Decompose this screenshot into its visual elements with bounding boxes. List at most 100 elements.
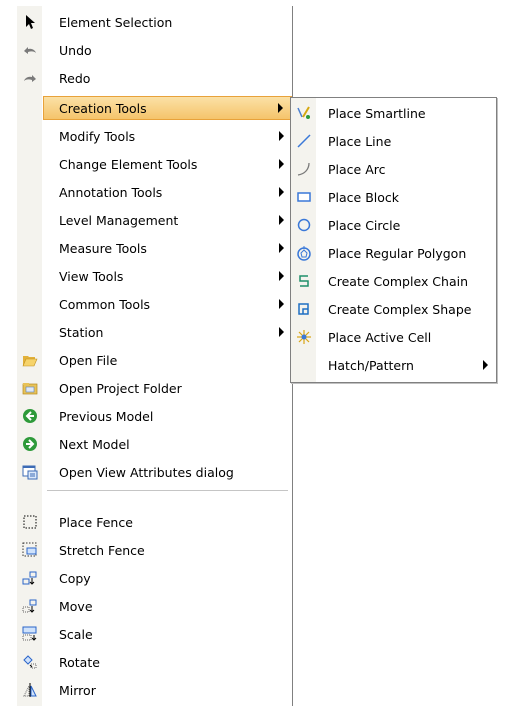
menu-item-place-regular-polygon[interactable]: Place Regular Polygon <box>291 241 496 265</box>
context-menu: Element Selection Undo Redo Creation Too… <box>17 6 293 706</box>
submenu-arrow-icon <box>279 187 284 197</box>
menu-item-label: Open File <box>59 353 118 368</box>
menu-item-move[interactable]: Move <box>17 594 292 618</box>
menu-item-label: Hatch/Pattern <box>328 358 414 373</box>
menu-item-level-management[interactable]: Level Management <box>17 208 292 232</box>
menu-item-element-selection[interactable]: Element Selection <box>17 10 292 34</box>
block-icon <box>296 189 312 205</box>
next-model-icon <box>22 436 38 452</box>
scale-icon <box>22 626 38 642</box>
menu-item-place-active-cell[interactable]: Place Active Cell <box>291 325 496 349</box>
menu-item-redo[interactable]: Redo <box>17 66 292 90</box>
menu-item-label: Common Tools <box>59 297 151 312</box>
menu-item-creation-tools[interactable]: Creation Tools <box>43 96 292 120</box>
menu-item-label: Place Block <box>328 190 400 205</box>
redo-icon <box>22 70 38 86</box>
menu-item-hatch-pattern[interactable]: Hatch/Pattern <box>291 353 496 377</box>
menu-item-label: Measure Tools <box>59 241 147 256</box>
menu-item-label: Mirror <box>59 683 96 698</box>
menu-item-view-tools[interactable]: View Tools <box>17 264 292 288</box>
menu-item-label: Place Circle <box>328 218 401 233</box>
menu-item-label: Level Management <box>59 213 179 228</box>
menu-item-label: Place Arc <box>328 162 386 177</box>
creation-tools-submenu: Place Smartline Place Line Place Arc Pla… <box>290 97 497 383</box>
menu-item-label: Undo <box>59 43 92 58</box>
arc-icon <box>296 161 312 177</box>
menu-item-label: Creation Tools <box>59 101 147 116</box>
line-icon <box>296 133 312 149</box>
menu-item-open-view-attributes[interactable]: Open View Attributes dialog <box>17 460 292 484</box>
menu-item-label: Element Selection <box>59 15 173 30</box>
menu-item-label: Redo <box>59 71 91 86</box>
view-attributes-icon <box>22 464 38 480</box>
complex-chain-icon <box>296 273 312 289</box>
menu-item-change-element-tools[interactable]: Change Element Tools <box>17 152 292 176</box>
menu-item-place-line[interactable]: Place Line <box>291 129 496 153</box>
menu-item-label: Change Element Tools <box>59 157 198 172</box>
menu-item-next-model[interactable]: Next Model <box>17 432 292 456</box>
menu-item-station[interactable]: Station <box>17 320 292 344</box>
place-fence-icon <box>22 514 38 530</box>
submenu-arrow-icon <box>279 243 284 253</box>
menu-item-label: Place Active Cell <box>328 330 432 345</box>
mirror-icon <box>22 682 38 698</box>
menu-item-common-tools[interactable]: Common Tools <box>17 292 292 316</box>
menu-item-stretch-fence[interactable]: Stretch Fence <box>17 538 292 562</box>
menu-item-place-smartline[interactable]: Place Smartline <box>291 101 496 125</box>
menu-item-place-block[interactable]: Place Block <box>291 185 496 209</box>
menu-item-label: Create Complex Shape <box>328 302 472 317</box>
submenu-arrow-icon <box>483 360 488 370</box>
menu-item-label: Rotate <box>59 655 100 670</box>
menu-item-annotation-tools[interactable]: Annotation Tools <box>17 180 292 204</box>
previous-model-icon <box>22 408 38 424</box>
active-cell-icon <box>296 329 312 345</box>
menu-item-label: Place Smartline <box>328 106 426 121</box>
menu-item-label: Place Line <box>328 134 392 149</box>
menu-item-label: Scale <box>59 627 93 642</box>
submenu-arrow-icon <box>279 327 284 337</box>
menu-item-label: Create Complex Chain <box>328 274 469 289</box>
menu-item-open-project-folder[interactable]: Open Project Folder <box>17 376 292 400</box>
menu-item-create-complex-chain[interactable]: Create Complex Chain <box>291 269 496 293</box>
menu-item-place-circle[interactable]: Place Circle <box>291 213 496 237</box>
menu-item-place-fence[interactable]: Place Fence <box>17 510 292 534</box>
stretch-fence-icon <box>22 542 38 558</box>
menu-item-label: Open Project Folder <box>59 381 182 396</box>
menu-item-label: Stretch Fence <box>59 543 145 558</box>
menu-item-label: Next Model <box>59 437 130 452</box>
menu-item-label: Previous Model <box>59 409 154 424</box>
submenu-arrow-icon <box>279 271 284 281</box>
regular-polygon-icon <box>296 245 312 261</box>
menu-item-label: Modify Tools <box>59 129 136 144</box>
complex-shape-icon <box>296 301 312 317</box>
menu-item-scale[interactable]: Scale <box>17 622 292 646</box>
menu-item-mirror[interactable]: Mirror <box>17 678 292 702</box>
move-icon <box>22 598 38 614</box>
menu-item-undo[interactable]: Undo <box>17 38 292 62</box>
undo-icon <box>22 42 38 58</box>
submenu-arrow-icon <box>279 299 284 309</box>
menu-item-modify-tools[interactable]: Modify Tools <box>17 124 292 148</box>
submenu-arrow-icon <box>279 215 284 225</box>
menu-item-place-arc[interactable]: Place Arc <box>291 157 496 181</box>
smartline-icon <box>296 105 312 121</box>
menu-item-previous-model[interactable]: Previous Model <box>17 404 292 428</box>
rotate-icon <box>22 654 38 670</box>
circle-icon <box>296 217 312 233</box>
submenu-arrow-icon <box>279 159 284 169</box>
menu-item-measure-tools[interactable]: Measure Tools <box>17 236 292 260</box>
menu-item-create-complex-shape[interactable]: Create Complex Shape <box>291 297 496 321</box>
menu-item-label: Open View Attributes dialog <box>59 465 234 480</box>
menu-item-copy[interactable]: Copy <box>17 566 292 590</box>
menu-item-label: Move <box>59 599 93 614</box>
arrow-cursor-icon <box>22 14 38 30</box>
menu-item-rotate[interactable]: Rotate <box>17 650 292 674</box>
menu-item-label: Place Regular Polygon <box>328 246 467 261</box>
open-folder-icon <box>22 352 38 368</box>
menu-item-open-file[interactable]: Open File <box>17 348 292 372</box>
submenu-arrow-icon <box>279 131 284 141</box>
menu-item-label: Copy <box>59 571 91 586</box>
submenu-arrow-icon <box>278 103 283 113</box>
project-folder-icon <box>22 380 38 396</box>
copy-icon <box>22 570 38 586</box>
